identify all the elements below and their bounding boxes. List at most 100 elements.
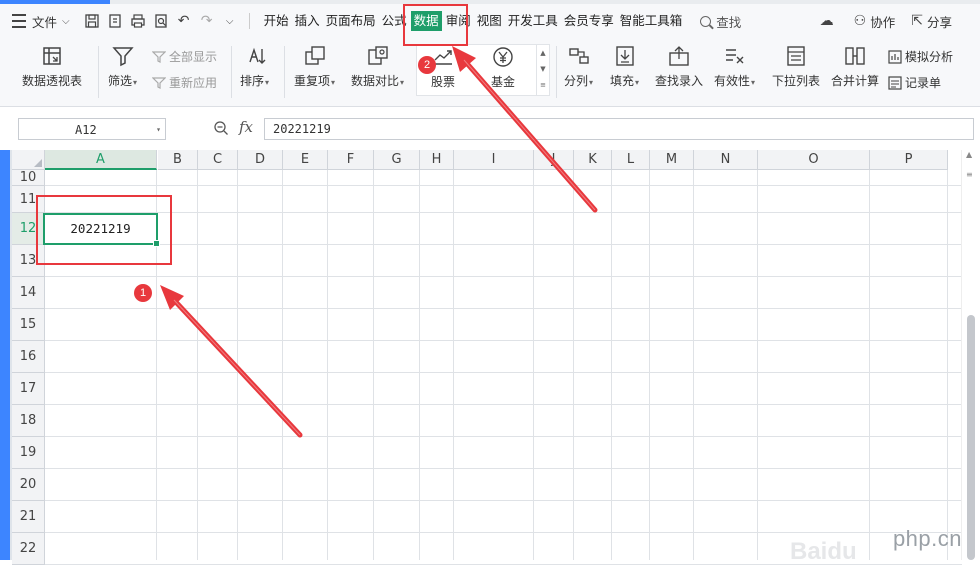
row-header-12[interactable]: 12 — [12, 213, 45, 245]
hamburger-icon[interactable] — [12, 14, 26, 28]
column-header-m[interactable]: M — [650, 150, 694, 170]
column-header-b[interactable]: B — [158, 150, 198, 170]
row-header-21[interactable]: 21 — [12, 501, 45, 533]
formula-input[interactable]: 20221219 — [264, 118, 974, 140]
filter-button[interactable]: 筛选▾ — [108, 44, 137, 89]
split-column-icon — [567, 44, 591, 68]
column-header-j[interactable]: J — [534, 150, 574, 170]
redo-icon[interactable]: ↷ — [197, 11, 217, 31]
column-header-e[interactable]: E — [283, 150, 328, 170]
active-cell-a12[interactable]: 20221219 — [43, 213, 160, 247]
row-header-14[interactable]: 14 — [12, 277, 45, 309]
grid-column-line — [419, 170, 420, 560]
fx-icon[interactable]: fx — [239, 118, 253, 136]
lookup-entry-button[interactable]: 查找录入 — [655, 44, 703, 89]
grid-row-line — [45, 244, 962, 245]
file-menu[interactable]: 文件 — [32, 12, 57, 31]
merge-calc-button[interactable]: 合并计算 — [831, 44, 879, 89]
show-all-button[interactable]: 全部显示 — [152, 48, 217, 65]
share-button[interactable]: ⇱ 分享 — [911, 12, 952, 31]
grid-row-line — [45, 308, 962, 309]
row-header-11[interactable]: 11 — [12, 186, 45, 213]
pivot-table-button[interactable]: 数据透视表 — [22, 44, 82, 89]
column-header-o[interactable]: O — [758, 150, 870, 170]
simulate-analysis-button[interactable]: 模拟分析 — [888, 48, 953, 65]
tab-home[interactable]: 开始 — [262, 11, 291, 31]
row-header-20[interactable]: 20 — [12, 469, 45, 501]
fund-button[interactable]: 基金 — [491, 45, 515, 90]
menu-bar: 文件 ⌵ ↶ ↷ ⌵ 开始 插入 页面布局 公式 数据 审阅 视图 开发工具 会… — [0, 4, 980, 38]
cloud-sync-button[interactable]: ☁ — [820, 13, 838, 29]
sort-button[interactable]: 排序▾ — [240, 44, 269, 89]
left-edge-strip — [0, 150, 12, 560]
grid-column-line — [453, 170, 454, 560]
simulate-analysis-icon — [888, 49, 902, 64]
row-header-19[interactable]: 19 — [12, 437, 45, 469]
column-header-n[interactable]: N — [694, 150, 758, 170]
tab-member[interactable]: 会员专享 — [562, 11, 616, 31]
active-cell-value: 20221219 — [70, 221, 131, 236]
column-header-g[interactable]: G — [374, 150, 420, 170]
row-header-17[interactable]: 17 — [12, 373, 45, 405]
watermark: php.cn — [892, 526, 962, 551]
column-header-c[interactable]: C — [198, 150, 238, 170]
data-compare-icon — [366, 44, 390, 68]
row-header-22[interactable]: 22 — [12, 533, 45, 565]
validity-button[interactable]: 有效性▾ — [714, 44, 755, 89]
scroll-split-icon[interactable]: ≡ — [966, 170, 973, 179]
scrollbar-thumb[interactable] — [967, 315, 975, 560]
column-header-l[interactable]: L — [612, 150, 650, 170]
tab-page-layout[interactable]: 页面布局 — [324, 11, 378, 31]
data-compare-button[interactable]: 数据对比▾ — [351, 44, 404, 89]
export-pdf-icon[interactable] — [105, 11, 125, 31]
select-all-corner[interactable] — [12, 150, 45, 170]
fill-handle[interactable] — [153, 240, 160, 247]
search-button[interactable]: 查找 — [700, 12, 741, 31]
reapply-button[interactable]: 重新应用 — [152, 74, 217, 91]
tab-formulas[interactable]: 公式 — [380, 11, 409, 31]
row-header-10[interactable]: 10 — [12, 170, 45, 186]
tab-insert[interactable]: 插入 — [293, 11, 322, 31]
row-header-13[interactable]: 13 — [12, 245, 45, 277]
formula-bar — [0, 107, 980, 116]
column-header-p[interactable]: P — [870, 150, 948, 170]
tab-data[interactable]: 数据 — [410, 11, 442, 31]
grid-column-line — [693, 170, 694, 560]
chevron-down-icon[interactable]: ⌵ — [62, 16, 70, 27]
grid-row-line — [45, 532, 962, 533]
scroll-up-icon[interactable]: ▲ — [966, 150, 972, 159]
save-icon[interactable] — [82, 11, 102, 31]
lookup-entry-icon — [667, 44, 691, 68]
column-header-d[interactable]: D — [238, 150, 283, 170]
column-header-h[interactable]: H — [420, 150, 454, 170]
row-header-15[interactable]: 15 — [12, 309, 45, 341]
vertical-scrollbar[interactable]: ▲ ≡ — [961, 150, 980, 560]
duplicates-button[interactable]: 重复项▾ — [294, 44, 335, 89]
tab-smart-toolbox[interactable]: 智能工具箱 — [618, 11, 685, 31]
column-header-k[interactable]: K — [574, 150, 612, 170]
column-header-i[interactable]: I — [454, 150, 534, 170]
name-box[interactable]: A12 ▾ — [18, 118, 166, 140]
collaborate-button[interactable]: ⚇ 协作 — [854, 12, 896, 31]
grid-column-line — [533, 170, 534, 560]
zoom-icon[interactable] — [213, 120, 229, 136]
record-sheet-button[interactable]: 记录单 — [888, 74, 941, 91]
print-icon[interactable] — [128, 11, 148, 31]
split-column-button[interactable]: 分列▾ — [564, 44, 593, 89]
row-header-16[interactable]: 16 — [12, 341, 45, 373]
tab-developer[interactable]: 开发工具 — [506, 11, 560, 31]
chevron-down-icon[interactable]: ▾ — [156, 119, 161, 141]
row-header-18[interactable]: 18 — [12, 405, 45, 437]
tab-review[interactable]: 审阅 — [444, 11, 473, 31]
window-actions: ☁ ⚇ 协作 ⇱ 分享 — [804, 4, 952, 38]
tab-view[interactable]: 视图 — [475, 11, 504, 31]
customize-toolbar-icon[interactable]: ⌵ — [220, 11, 240, 31]
dropdown-list-button[interactable]: 下拉列表 — [772, 44, 820, 89]
column-header-a[interactable]: A — [45, 150, 157, 170]
column-header-f[interactable]: F — [328, 150, 374, 170]
undo-icon[interactable]: ↶ — [174, 11, 194, 31]
gallery-scroll[interactable]: ▲ ▼ ≡ — [536, 45, 549, 95]
fill-down-icon — [613, 44, 637, 68]
print-preview-icon[interactable] — [151, 11, 171, 31]
fill-button[interactable]: 填充▾ — [610, 44, 639, 89]
